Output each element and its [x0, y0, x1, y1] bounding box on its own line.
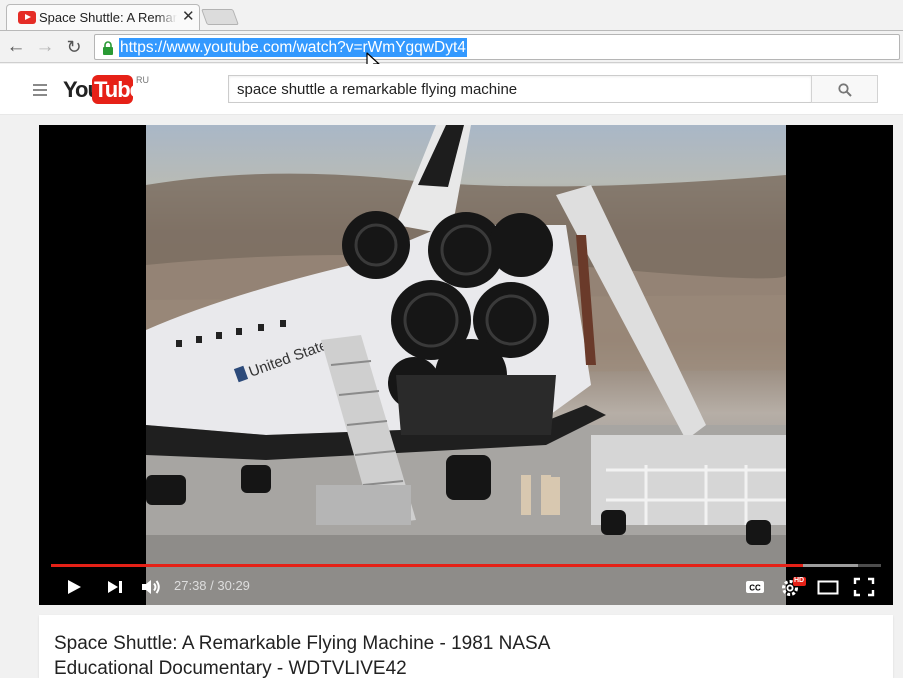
theater-mode-button[interactable] — [816, 575, 840, 599]
search-input[interactable]: space shuttle a remarkable flying machin… — [228, 75, 812, 103]
address-bar[interactable]: https://www.youtube.com/watch?v=rWmYgqwD… — [94, 34, 900, 60]
progress-bar[interactable] — [51, 564, 881, 567]
captions-icon: CC — [746, 581, 764, 593]
search-icon — [838, 83, 852, 97]
volume-icon — [142, 580, 160, 594]
tab-close-icon[interactable]: ✕ — [182, 8, 195, 26]
tab-title: Space Shuttle: A Remarkable Flying Machi… — [39, 10, 177, 25]
time-display: 27:38 / 30:29 — [174, 578, 250, 593]
back-arrow-icon[interactable]: ← — [4, 35, 28, 59]
video-title: Space Shuttle: A Remarkable Flying Machi… — [54, 633, 550, 678]
youtube-favicon-icon — [18, 11, 36, 24]
new-tab-button[interactable] — [201, 9, 239, 25]
settings-button[interactable]: HD — [779, 575, 807, 599]
video-frame[interactable]: United States — [146, 125, 786, 605]
search-button[interactable] — [811, 75, 878, 103]
svg-text:CC: CC — [749, 584, 761, 593]
fullscreen-button[interactable] — [852, 575, 876, 599]
logo-region-code: RU — [136, 75, 149, 85]
next-icon — [108, 581, 122, 593]
search-query-text: space shuttle a remarkable flying machin… — [237, 81, 518, 98]
video-player[interactable]: United States 27:38 / 30:29 CC HD — [39, 125, 893, 605]
fullscreen-icon — [853, 577, 875, 597]
play-icon — [68, 580, 81, 594]
reload-icon[interactable]: ↻ — [62, 35, 86, 59]
browser-tabstrip: Space Shuttle: A Remarkable Flying Machi… — [0, 0, 903, 30]
logo-tube-text: Tube — [94, 77, 142, 102]
mute-button[interactable] — [139, 575, 163, 599]
hd-badge: HD — [794, 577, 805, 584]
video-frame-image: United States — [146, 125, 786, 605]
lock-icon — [103, 41, 113, 55]
next-button[interactable] — [104, 575, 126, 599]
youtube-masthead: You Tube RU space shuttle a remarkable f… — [0, 64, 903, 115]
progress-played — [51, 564, 804, 567]
play-button[interactable] — [63, 575, 85, 599]
browser-tab-active[interactable]: Space Shuttle: A Remarkable Flying Machi… — [6, 4, 200, 30]
captions-button[interactable]: CC — [744, 575, 766, 599]
video-info-card: Space Shuttle: A Remarkable Flying Machi… — [39, 615, 893, 678]
forward-arrow-icon[interactable]: → — [33, 35, 57, 59]
youtube-logo[interactable]: You Tube RU — [63, 75, 153, 105]
theater-icon — [817, 580, 839, 595]
guide-menu-icon[interactable] — [33, 84, 47, 96]
browser-toolbar: ← → ↻ https://www.youtube.com/watch?v=rW… — [0, 30, 903, 63]
address-url-text[interactable]: https://www.youtube.com/watch?v=rWmYgqwD… — [119, 38, 467, 57]
